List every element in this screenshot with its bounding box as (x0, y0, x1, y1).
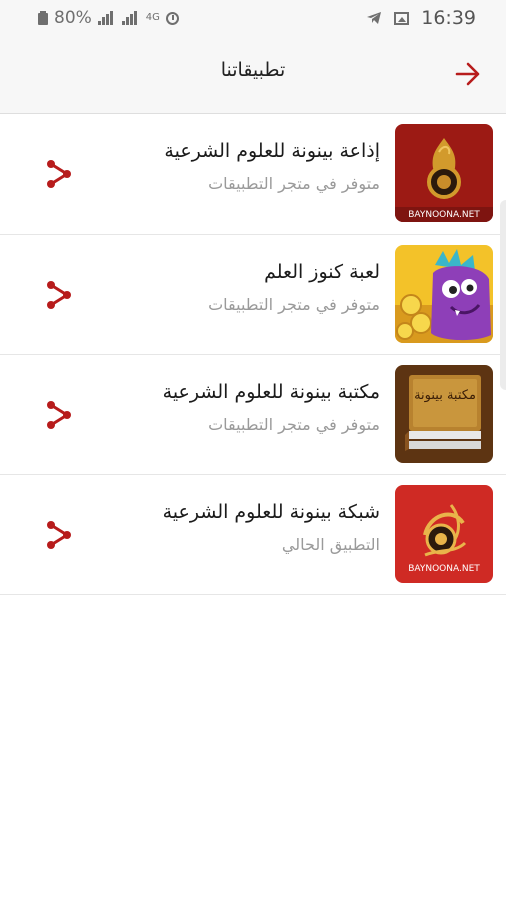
clock: 16:39 (421, 7, 476, 29)
signal-icon (121, 11, 140, 25)
telegram-icon (367, 12, 382, 24)
item-text: شبكة بينونة للعلوم الشرعية التطبيق الحال… (163, 501, 380, 554)
item-text: إذاعة بينونة للعلوم الشرعية متوفر في متج… (164, 140, 380, 193)
item-title: مكتبة بينونة للعلوم الشرعية (162, 381, 380, 403)
item-subtitle: التطبيق الحالي (281, 535, 380, 554)
item-title: شبكة بينونة للعلوم الشرعية (162, 501, 380, 523)
share-icon[interactable] (44, 158, 74, 190)
radio-app-icon: BAYNOONA.NET (395, 124, 493, 222)
list-item[interactable]: BAYNOONA.NET إذاعة بينونة للعلوم الشرعية… (0, 114, 506, 235)
status-left: 80% 4G (38, 7, 179, 29)
signal-icon (97, 11, 116, 25)
item-subtitle: متوفر في متجر التطبيقات (208, 174, 380, 193)
list-item[interactable]: BAYNOONA.NET شبكة بينونة للعلوم الشرعية … (0, 475, 506, 595)
apps-list: BAYNOONA.NET إذاعة بينونة للعلوم الشرعية… (0, 114, 506, 595)
status-bar: 80% 4G 16:39 (0, 0, 506, 36)
network-app-icon: BAYNOONA.NET (395, 485, 493, 583)
arrow-right-icon[interactable] (454, 61, 482, 87)
radio-icon-caption: BAYNOONA.NET (408, 210, 480, 220)
image-icon (394, 11, 410, 25)
battery-icon (38, 11, 48, 25)
list-item[interactable]: لعبة كنوز العلم متوفر في متجر التطبيقات (0, 235, 506, 355)
item-title: لعبة كنوز العلم (264, 261, 380, 283)
status-right: 16:39 (366, 7, 476, 29)
library-app-icon: مكتبة بينونة (395, 365, 493, 463)
item-title: إذاعة بينونة للعلوم الشرعية (164, 140, 380, 162)
item-text: لعبة كنوز العلم متوفر في متجر التطبيقات (208, 261, 380, 314)
edge-panel-handle[interactable] (500, 200, 506, 390)
network-icon-caption: BAYNOONA.NET (408, 564, 480, 574)
list-item[interactable]: مكتبة بينونة مكتبة بينونة للعلوم الشرعية… (0, 355, 506, 475)
item-subtitle: متوفر في متجر التطبيقات (208, 295, 380, 314)
page-title: تطبيقاتنا (220, 59, 286, 81)
share-icon[interactable] (44, 279, 74, 311)
item-subtitle: متوفر في متجر التطبيقات (208, 415, 380, 434)
network-4g-icon: 4G (145, 12, 160, 23)
battery-level: 80% (54, 8, 92, 28)
share-icon[interactable] (44, 519, 74, 551)
alarm-icon (165, 11, 179, 25)
app-header: تطبيقاتنا (0, 36, 506, 114)
library-icon-caption: مكتبة بينونة (414, 388, 476, 403)
share-icon[interactable] (44, 399, 74, 431)
game-app-icon (395, 245, 493, 343)
item-text: مكتبة بينونة للعلوم الشرعية متوفر في متج… (163, 381, 380, 434)
